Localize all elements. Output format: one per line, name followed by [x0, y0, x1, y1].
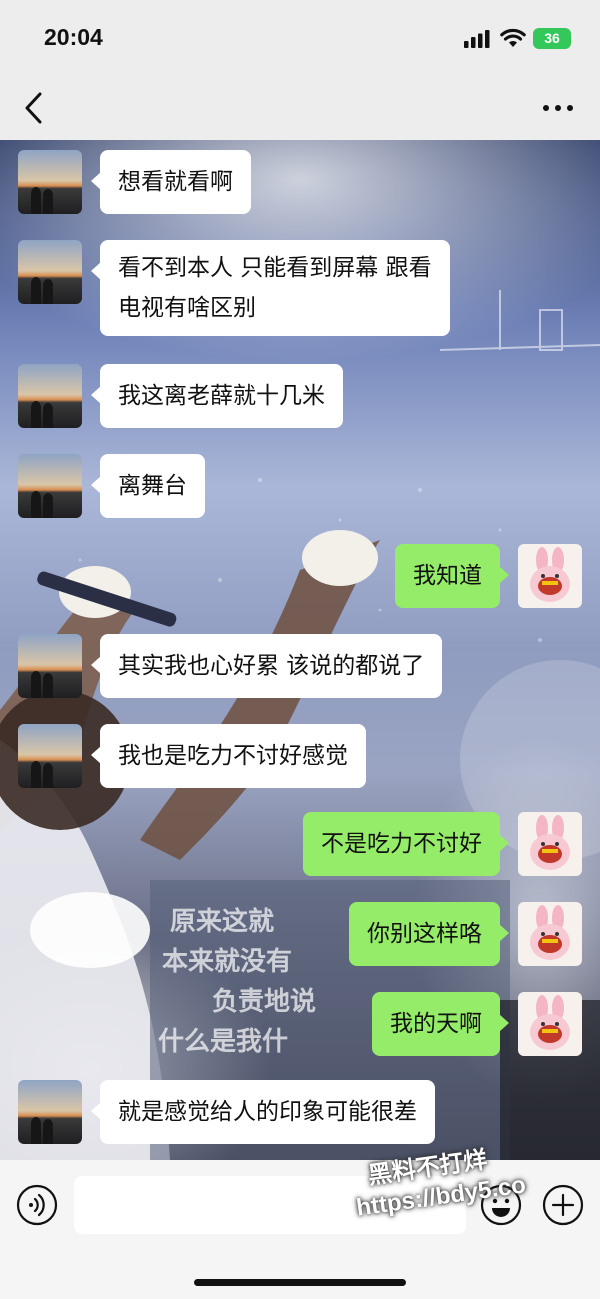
message-bubble[interactable]: 不是吃力不讨好 [303, 812, 509, 876]
message-text: 离舞台 [118, 473, 187, 499]
message-text: 我的天啊 [390, 1011, 482, 1037]
message-text: 不是吃力不讨好 [321, 831, 482, 857]
message-bubble[interactable]: 我的天啊 [372, 992, 509, 1056]
contact-avatar[interactable] [18, 364, 82, 428]
contact-avatar[interactable] [18, 1080, 82, 1144]
battery-icon: 36 [533, 28, 571, 49]
message-row: 你别这样咯 [0, 902, 600, 966]
message-text: 就是感觉给人的印象可能很差 [118, 1099, 417, 1125]
contact-avatar[interactable] [18, 634, 82, 698]
contact-avatar[interactable] [18, 454, 82, 518]
emoji-icon[interactable] [480, 1184, 522, 1226]
message-row: 不是吃力不讨好 [0, 812, 600, 876]
message-text: 我也是吃力不讨好感觉 [118, 743, 348, 769]
message-row: 我这离老薛就十几米 [0, 364, 600, 428]
message-bubble[interactable]: 离舞台 [91, 454, 205, 518]
battery-level: 36 [544, 30, 560, 46]
message-row: 就是感觉给人的印象可能很差 [0, 1080, 600, 1144]
signal-icon [464, 30, 490, 48]
message-text: 我这离老薛就十几米 [118, 383, 325, 409]
nav-bar [0, 78, 600, 140]
message-row: 我也是吃力不讨好感觉 [0, 724, 600, 788]
message-bubble[interactable]: 其实我也心好累 该说的都说了 [90, 634, 443, 698]
my-avatar[interactable] [518, 992, 582, 1056]
message-text: 其实我也心好累 该说的都说了 [118, 653, 425, 679]
my-avatar[interactable] [518, 812, 582, 876]
home-indicator[interactable] [194, 1279, 406, 1286]
contact-avatar[interactable] [18, 150, 82, 214]
contact-avatar[interactable] [18, 724, 82, 788]
message-row: 想看就看啊 [0, 150, 600, 214]
message-bubble[interactable]: 我知道 [395, 544, 509, 608]
message-text-line: 电视有啥区别 [118, 295, 256, 321]
more-dots-icon[interactable] [538, 94, 578, 122]
message-text: 想看就看啊 [118, 169, 233, 195]
message-bubble[interactable]: 想看就看啊 [91, 150, 251, 214]
my-avatar[interactable] [518, 902, 582, 966]
message-row: 其实我也心好累 该说的都说了 [0, 634, 600, 698]
message-bubble[interactable]: 就是感觉给人的印象可能很差 [91, 1080, 435, 1144]
message-bubble[interactable]: 你别这样咯 [349, 902, 509, 966]
wifi-icon [500, 28, 526, 47]
message-row: 离舞台 [0, 454, 600, 518]
message-row: 看不到本人 只能看到屏幕 跟看 电视有啥区别 [0, 240, 600, 336]
my-avatar[interactable] [518, 544, 582, 608]
message-text-line: 看不到本人 只能看到屏幕 跟看 [118, 255, 432, 281]
plus-icon[interactable] [542, 1184, 584, 1226]
message-text: 我知道 [413, 563, 482, 589]
status-bar: 20:04 36 [0, 0, 600, 78]
contact-avatar[interactable] [18, 240, 82, 304]
message-bubble[interactable]: 我这离老薛就十几米 [91, 364, 343, 428]
message-input[interactable] [74, 1176, 466, 1234]
status-time: 20:04 [44, 24, 103, 50]
message-row: 我知道 [0, 544, 600, 608]
message-bubble[interactable]: 我也是吃力不讨好感觉 [91, 724, 366, 788]
message-text: 你别这样咯 [367, 921, 482, 947]
voice-icon[interactable] [16, 1184, 58, 1226]
message-row: 我的天啊 [0, 992, 600, 1056]
chevron-left-icon[interactable] [18, 90, 52, 126]
chat-area[interactable]: 原来这就 本来就没有 负责地说 什么是我什 想看就看啊 看不到本人 只能看到屏幕… [0, 140, 600, 1160]
message-bubble[interactable]: 看不到本人 只能看到屏幕 跟看 电视有啥区别 [91, 240, 450, 336]
